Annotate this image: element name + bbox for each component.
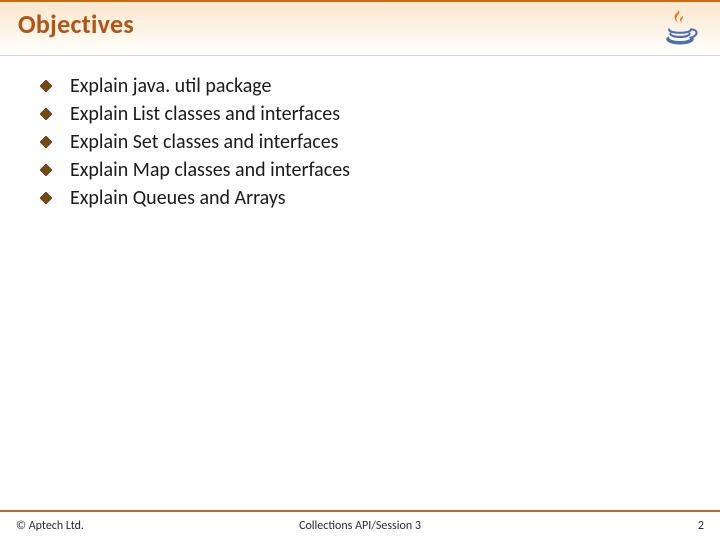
list-item-text: Explain Queues and Arrays bbox=[70, 186, 286, 210]
list-item-text: Explain java. util package bbox=[70, 74, 271, 98]
diamond-bullet-icon bbox=[40, 80, 52, 92]
diamond-bullet-icon bbox=[40, 108, 52, 120]
java-logo-icon bbox=[658, 6, 702, 50]
list-item: Explain java. util package bbox=[40, 74, 704, 98]
list-item-text: Explain List classes and interfaces bbox=[70, 102, 340, 126]
diamond-bullet-icon bbox=[40, 164, 52, 176]
diamond-bullet-icon bbox=[40, 136, 52, 148]
slide-footer: © Aptech Ltd. Collections API/Session 3 … bbox=[0, 510, 720, 540]
footer-page-number: 2 bbox=[698, 519, 704, 533]
footer-copyright: © Aptech Ltd. bbox=[16, 519, 84, 533]
list-item-text: Explain Map classes and interfaces bbox=[70, 158, 350, 182]
slide-header: Objectives bbox=[0, 0, 720, 56]
list-item: Explain List classes and interfaces bbox=[40, 102, 704, 126]
slide: Objectives Explain java. util bbox=[0, 0, 720, 540]
objectives-list: Explain java. util package Explain List … bbox=[40, 74, 704, 210]
slide-title: Objectives bbox=[18, 8, 134, 40]
list-item: Explain Set classes and interfaces bbox=[40, 130, 704, 154]
diamond-bullet-icon bbox=[40, 192, 52, 204]
list-item: Explain Queues and Arrays bbox=[40, 186, 704, 210]
slide-body: Explain java. util package Explain List … bbox=[0, 56, 720, 510]
list-item-text: Explain Set classes and interfaces bbox=[70, 130, 339, 154]
list-item: Explain Map classes and interfaces bbox=[40, 158, 704, 182]
footer-session: Collections API/Session 3 bbox=[0, 519, 720, 533]
